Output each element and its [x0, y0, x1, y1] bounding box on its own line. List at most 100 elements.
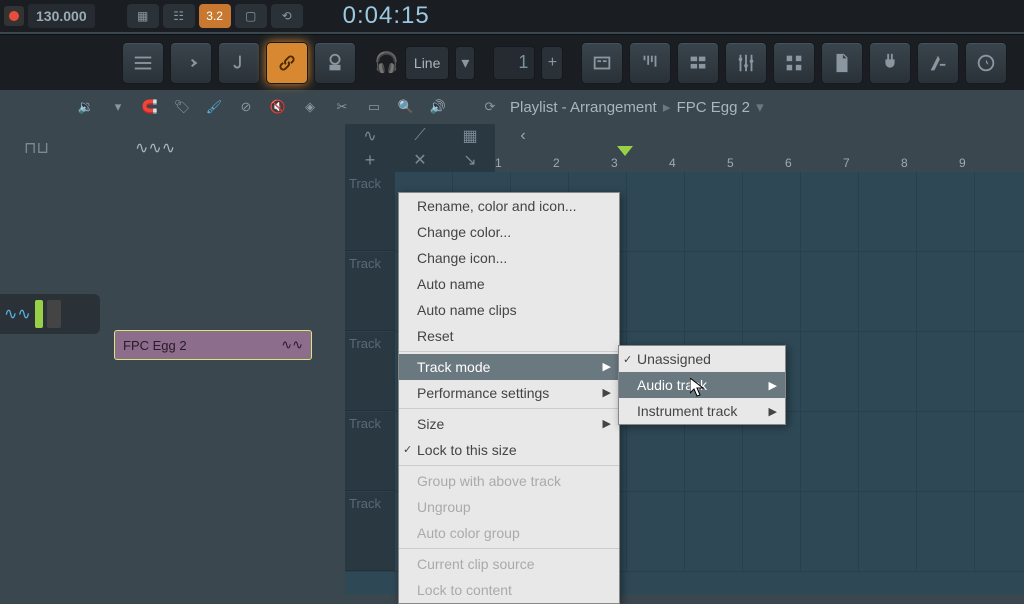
slice-icon[interactable]: ✂	[330, 95, 354, 119]
plug-button[interactable]	[869, 42, 911, 84]
top-bar: 130.000 ▦ ☷ 3.2 ▢ ⟲ 0:04:15	[0, 0, 1024, 32]
close-pick-button[interactable]: ✕	[395, 148, 445, 172]
submenu-instrument-track[interactable]: Instrument track▶	[619, 398, 785, 424]
vol-icon[interactable]: 🔉	[74, 95, 98, 119]
tick-3: 3	[611, 156, 669, 170]
playlist-toolbar: ∿ ⟋ ▦ + ✕ ↘ ‹ 1 2 3 4 5 6 7 8	[345, 124, 1024, 172]
cursor-icon	[690, 378, 706, 398]
pattern-number[interactable]: 1	[493, 46, 535, 80]
menu-group-above[interactable]: Group with above track	[399, 468, 619, 494]
picker-header: ⊓⊔ ∿∿∿	[0, 124, 345, 172]
snap-dropdown[interactable]: ▾	[455, 46, 475, 80]
mini-player[interactable]: ∿∿	[0, 294, 100, 334]
check-icon: ✓	[403, 443, 412, 456]
file-button[interactable]	[821, 42, 863, 84]
track-header[interactable]: Track	[345, 492, 395, 571]
menu-track-mode[interactable]: Track mode▶	[399, 354, 619, 380]
view-btn-3[interactable]	[677, 42, 719, 84]
ruler-numbers: 1 2 3 4 5 6 7 8 9	[495, 156, 1024, 170]
snap-selector[interactable]: Line	[405, 46, 449, 80]
menu-current-clip[interactable]: Current clip source	[399, 551, 619, 577]
menu-rename[interactable]: Rename, color and icon...	[399, 193, 619, 219]
tick-8: 8	[901, 156, 959, 170]
check-icon: ✓	[623, 353, 632, 366]
track-header[interactable]: Track	[345, 412, 395, 491]
forward-button[interactable]	[170, 42, 212, 84]
time-display[interactable]: 0:04:15	[331, 2, 442, 30]
tag-icon[interactable]: 🏷	[170, 95, 194, 119]
ruler-back-button[interactable]: ‹	[511, 124, 535, 148]
pattern-indicator[interactable]: 3.2	[199, 4, 231, 28]
misc-icon-1[interactable]: ▢	[235, 4, 267, 28]
brush-icon[interactable]: 🖌	[202, 95, 226, 119]
playhead-marker[interactable]	[617, 146, 633, 156]
menu-ungroup[interactable]: Ungroup	[399, 494, 619, 520]
dropdown-icon[interactable]: ▾	[106, 95, 130, 119]
menu-change-icon[interactable]: Change icon...	[399, 245, 619, 271]
menu-separator	[399, 351, 619, 352]
submenu-unassigned[interactable]: ✓Unassigned	[619, 346, 785, 372]
link-button[interactable]	[266, 42, 308, 84]
speaker-icon[interactable]: 🔊	[426, 95, 450, 119]
mute-icon[interactable]: 🔇	[266, 95, 290, 119]
headphone-icon[interactable]: 🎧	[374, 50, 399, 75]
tick-2: 2	[553, 156, 611, 170]
pl-grid-icon[interactable]: ▦	[445, 124, 495, 148]
track-header[interactable]: Track	[345, 172, 395, 251]
menu-separator	[399, 408, 619, 409]
pl-fade-icon[interactable]: ↘	[445, 148, 495, 172]
waveform-icon: ∿∿∿	[135, 138, 175, 158]
pl-wave-icon[interactable]: ∿	[345, 124, 395, 148]
menu-lock-content[interactable]: Lock to content	[399, 577, 619, 603]
track-header[interactable]: Track	[345, 252, 395, 331]
menu-auto-name[interactable]: Auto name	[399, 271, 619, 297]
tool-5[interactable]	[917, 42, 959, 84]
pattern-icon[interactable]: ▦	[127, 4, 159, 28]
view-btn-1[interactable]	[581, 42, 623, 84]
zoom-icon[interactable]: 🔍	[394, 95, 418, 119]
menu-auto-color-group[interactable]: Auto color group	[399, 520, 619, 546]
record-button[interactable]	[4, 6, 24, 26]
clip-item[interactable]: FPC Egg 2 ∿∿	[114, 330, 312, 360]
menu-auto-name-clips[interactable]: Auto name clips	[399, 297, 619, 323]
tick-5: 5	[727, 156, 785, 170]
menu-separator	[399, 548, 619, 549]
select-icon[interactable]: ▭	[362, 95, 386, 119]
clip-wave-icon: ∿∿	[281, 337, 303, 353]
wave-icon[interactable]: ◈	[298, 95, 322, 119]
menu-change-color[interactable]: Change color...	[399, 219, 619, 245]
reload-icon[interactable]: ⟲	[271, 4, 303, 28]
menu-reset[interactable]: Reset	[399, 323, 619, 349]
add-track-button[interactable]: +	[345, 148, 395, 172]
track-context-menu: Rename, color and icon... Change color..…	[398, 192, 620, 604]
menu-button[interactable]	[122, 42, 164, 84]
tool-6[interactable]	[965, 42, 1007, 84]
view-btn-4[interactable]	[773, 42, 815, 84]
j-button[interactable]	[218, 42, 260, 84]
tick-7: 7	[843, 156, 901, 170]
tempo-display[interactable]: 130.000	[28, 4, 95, 28]
mixer-button[interactable]	[725, 42, 767, 84]
block-icon[interactable]: ⊘	[234, 95, 258, 119]
playlist-tools: ∿ ⟋ ▦ + ✕ ↘	[345, 124, 495, 172]
menu-lock-size[interactable]: ✓Lock to this size	[399, 437, 619, 463]
timeline-ruler[interactable]: ‹ 1 2 3 4 5 6 7 8 9	[495, 124, 1024, 172]
level-meter	[35, 300, 43, 328]
view-btn-2[interactable]	[629, 42, 671, 84]
submenu-arrow-icon: ▶	[603, 417, 611, 430]
menu-size[interactable]: Size▶	[399, 411, 619, 437]
main-toolbar: 🎧 Line ▾ 1 +	[0, 34, 1024, 90]
clip-label: FPC Egg 2	[123, 338, 187, 353]
add-pattern-button[interactable]: +	[541, 46, 563, 80]
step-icon[interactable]: ☷	[163, 4, 195, 28]
pl-auto-icon[interactable]: ⟋	[395, 124, 445, 148]
mini-control[interactable]	[47, 300, 61, 328]
tick-9: 9	[959, 156, 1017, 170]
record-icon	[9, 11, 19, 21]
magnet-icon[interactable]: 🧲	[138, 95, 162, 119]
slice-button[interactable]	[314, 42, 356, 84]
menu-performance[interactable]: Performance settings▶	[399, 380, 619, 406]
play-from-icon[interactable]: ⟳	[478, 95, 502, 119]
track-header[interactable]: Track	[345, 332, 395, 411]
picker-panel: ⊓⊔ ∿∿∿ ∿∿ FPC Egg 2 ∿∿	[0, 124, 345, 594]
